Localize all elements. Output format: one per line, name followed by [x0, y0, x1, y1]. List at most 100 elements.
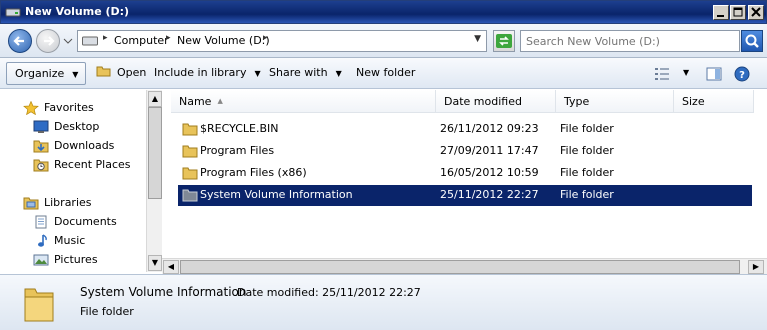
maximize-icon	[733, 7, 743, 17]
column-header-label: Name	[179, 95, 212, 108]
arrow-right-icon	[44, 36, 55, 46]
desktop-icon	[33, 120, 49, 133]
nav-item-label: Documents	[54, 215, 117, 228]
open-button[interactable]: Open	[88, 62, 154, 85]
star-icon	[23, 101, 39, 115]
minimize-icon	[717, 15, 724, 17]
navigation-pane: Favorites Desktop Downloads Recent Place…	[0, 90, 147, 272]
help-icon[interactable]: ?	[734, 66, 750, 82]
svg-text:?: ?	[739, 70, 745, 81]
file-date: 27/09/2011 17:47	[440, 144, 539, 157]
minimize-button[interactable]	[713, 5, 729, 20]
organize-label: Organize	[15, 67, 65, 80]
file-row-program-files-x86[interactable]: Program Files (x86) 16/05/2012 10:59 Fil…	[178, 163, 752, 184]
recent-places-icon	[33, 159, 49, 172]
change-view-icon[interactable]	[654, 66, 670, 82]
breadcrumb-separator-icon[interactable]: ▸	[103, 33, 108, 43]
refresh-icon	[496, 34, 512, 48]
file-row-system-volume-information[interactable]: System Volume Information 25/11/2012 22:…	[178, 185, 752, 206]
include-in-library-button[interactable]: Include in library ▼	[146, 62, 269, 85]
drive-icon	[5, 8, 21, 17]
file-list: Name ▲ Date modified Type Size $RECYCLE.B…	[162, 90, 767, 272]
column-header-label: Date modified	[444, 95, 522, 108]
search-input[interactable]	[526, 32, 741, 50]
recent-pages-chevron-icon[interactable]	[63, 37, 73, 45]
address-history-chevron-icon[interactable]: ▼	[474, 34, 481, 44]
folder-icon	[182, 145, 198, 158]
breadcrumb[interactable]: ▸ Computer ▸ New Volume (D:) ▸ ▼	[77, 30, 487, 52]
details-pane: System Volume Information Date modified:…	[0, 274, 767, 330]
file-type: File folder	[560, 166, 614, 179]
scroll-thumb[interactable]	[180, 260, 740, 274]
column-header-name[interactable]: Name ▲	[171, 90, 436, 113]
view-options-chevron-icon[interactable]: ▼	[683, 68, 689, 77]
column-header-size[interactable]: Size	[674, 90, 754, 113]
include-in-library-label: Include in library	[154, 66, 247, 79]
file-date: 25/11/2012 22:27	[440, 188, 539, 201]
file-name: Program Files (x86)	[200, 166, 307, 179]
libraries-icon	[23, 197, 39, 210]
column-header-date-modified[interactable]: Date modified	[436, 90, 556, 113]
refresh-button[interactable]	[493, 30, 515, 52]
drive-icon	[82, 36, 98, 46]
sort-ascending-icon: ▲	[217, 97, 223, 105]
file-list-horizontal-scrollbar[interactable]: ◀ ▶	[162, 258, 767, 274]
share-with-button[interactable]: Share with ▼	[261, 62, 350, 85]
folder-icon	[182, 167, 198, 180]
search-box[interactable]	[520, 30, 741, 52]
file-type: File folder	[560, 144, 614, 157]
breadcrumb-item-drive[interactable]: New Volume (D:)	[177, 34, 270, 47]
search-button[interactable]	[741, 30, 763, 52]
file-row-recycle-bin[interactable]: $RECYCLE.BIN 26/11/2012 09:23 File folde…	[178, 119, 752, 140]
nav-item-label: Recent Places	[54, 158, 131, 171]
details-date-label: Date modified:	[237, 286, 319, 299]
forward-button[interactable]	[36, 29, 60, 53]
address-bar: ▸ Computer ▸ New Volume (D:) ▸ ▼	[0, 24, 767, 58]
downloads-folder-icon	[33, 140, 49, 153]
documents-icon	[35, 215, 47, 229]
navigation-pane-scrollbar[interactable]: ▲ ▼	[146, 90, 162, 272]
back-button[interactable]	[8, 29, 32, 53]
file-name: System Volume Information	[200, 188, 353, 201]
file-row-program-files[interactable]: Program Files 27/09/2011 17:47 File fold…	[178, 141, 752, 162]
close-button[interactable]	[748, 5, 764, 20]
scroll-thumb[interactable]	[148, 107, 162, 199]
breadcrumb-item-computer[interactable]: Computer	[114, 34, 169, 47]
chevron-down-icon: ▼	[72, 70, 79, 79]
column-header-label: Type	[564, 95, 590, 108]
nav-libraries-label: Libraries	[44, 196, 92, 209]
command-bar: Organize ▼ Open Include in library ▼ Share…	[0, 58, 767, 89]
details-type: File folder	[80, 305, 134, 318]
music-icon	[38, 234, 47, 247]
organize-button[interactable]: Organize ▼	[6, 62, 86, 85]
preview-pane-icon[interactable]	[706, 66, 722, 82]
breadcrumb-separator-icon[interactable]: ▸	[263, 33, 268, 43]
nav-item-label: Downloads	[54, 139, 115, 152]
details-name: System Volume Information	[80, 285, 247, 299]
maximize-button[interactable]	[730, 5, 746, 20]
scroll-left-icon[interactable]: ◀	[163, 260, 179, 274]
file-type: File folder	[560, 188, 614, 201]
folder-icon	[182, 123, 198, 136]
column-header-type[interactable]: Type	[556, 90, 674, 113]
close-icon	[751, 7, 761, 17]
scroll-right-icon[interactable]: ▶	[748, 260, 764, 274]
share-with-label: Share with	[269, 66, 328, 79]
arrow-left-icon	[13, 36, 24, 46]
locked-folder-icon	[182, 189, 198, 202]
file-name: $RECYCLE.BIN	[200, 122, 279, 135]
search-icon	[745, 34, 759, 48]
scroll-up-icon[interactable]: ▲	[148, 91, 162, 107]
breadcrumb-separator-icon[interactable]: ▸	[166, 33, 171, 43]
file-date: 26/11/2012 09:23	[440, 122, 539, 135]
title-bar: New Volume (D:)	[0, 0, 767, 24]
new-folder-button[interactable]: New folder	[348, 62, 423, 85]
pictures-icon	[33, 254, 49, 266]
folder-icon	[24, 288, 54, 322]
file-date: 16/05/2012 10:59	[440, 166, 539, 179]
details-date-modified: Date modified: 25/11/2012 22:27	[237, 286, 421, 299]
scroll-down-icon[interactable]: ▼	[148, 255, 162, 271]
file-name: Program Files	[200, 144, 275, 157]
file-type: File folder	[560, 122, 614, 135]
details-date-value: 25/11/2012 22:27	[322, 286, 421, 299]
